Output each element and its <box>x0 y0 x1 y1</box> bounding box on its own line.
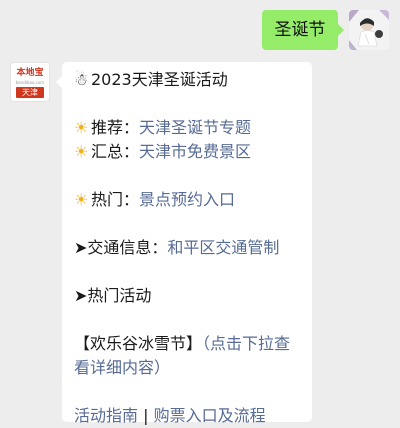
festival-line: 【欢乐谷冰雪节】（点击下拉查看详细内容） <box>74 332 302 380</box>
guide-link[interactable]: 活动指南 <box>74 406 138 425</box>
recommend-line: ☀ 推荐：天津圣诞节专题 <box>74 116 302 140</box>
recommend-link[interactable]: 天津圣诞节专题 <box>139 118 251 137</box>
bot-logo-domain: bendibao.com <box>15 80 45 85</box>
reply-title: 2023天津圣诞活动 <box>91 70 228 89</box>
summary-label: 汇总： <box>91 142 140 161</box>
traffic-label: 交通信息： <box>87 238 168 257</box>
arrow-icon: ➤ <box>74 238 88 257</box>
hot-link[interactable]: 景点预约入口 <box>139 190 235 209</box>
sun-icon: ☀ <box>74 118 89 137</box>
sent-message-text: 圣诞节 <box>274 20 326 40</box>
recommend-label: 推荐： <box>91 118 140 137</box>
bot-logo-name: 本地宝 <box>16 68 44 78</box>
user-avatar[interactable] <box>349 10 389 50</box>
sun-icon: ☀ <box>74 190 89 209</box>
hot-events-line: ➤热门活动 <box>74 284 302 308</box>
bot-logo-city: 天津 <box>16 87 44 98</box>
links-line: 活动指南 | 购票入口及流程 <box>74 404 302 428</box>
traffic-line: ➤交通信息：和平区交通管制 <box>74 236 302 260</box>
ticket-link[interactable]: 购票入口及流程 <box>154 406 266 425</box>
user-avatar-image <box>349 10 389 50</box>
summary-link[interactable]: 天津市免费景区 <box>139 142 251 161</box>
arrow-icon: ➤ <box>74 286 88 305</box>
snowman-icon: ☃ <box>74 70 89 89</box>
summary-line: ☀ 汇总：天津市免费景区 <box>74 140 302 164</box>
traffic-link[interactable]: 和平区交通管制 <box>167 238 279 257</box>
sent-message-bubble[interactable]: 圣诞节 <box>262 10 344 50</box>
bot-avatar[interactable]: 本地宝 bendibao.com 天津 <box>10 62 50 102</box>
sun-icon: ☀ <box>74 142 89 161</box>
festival-name: 【欢乐谷冰雪节】 <box>74 334 203 353</box>
hot-events-heading: 热门活动 <box>87 286 152 305</box>
hot-label: 热门： <box>91 190 140 209</box>
reply-title-line: ☃ 2023天津圣诞活动 <box>74 68 302 92</box>
hot-line: ☀ 热门：景点预约入口 <box>74 188 302 212</box>
received-message-bubble: ☃ 2023天津圣诞活动 ☀ 推荐：天津圣诞节专题 ☀ 汇总：天津市免费景区 ☀ 热门：… <box>56 62 312 425</box>
link-separator: | <box>143 406 149 425</box>
